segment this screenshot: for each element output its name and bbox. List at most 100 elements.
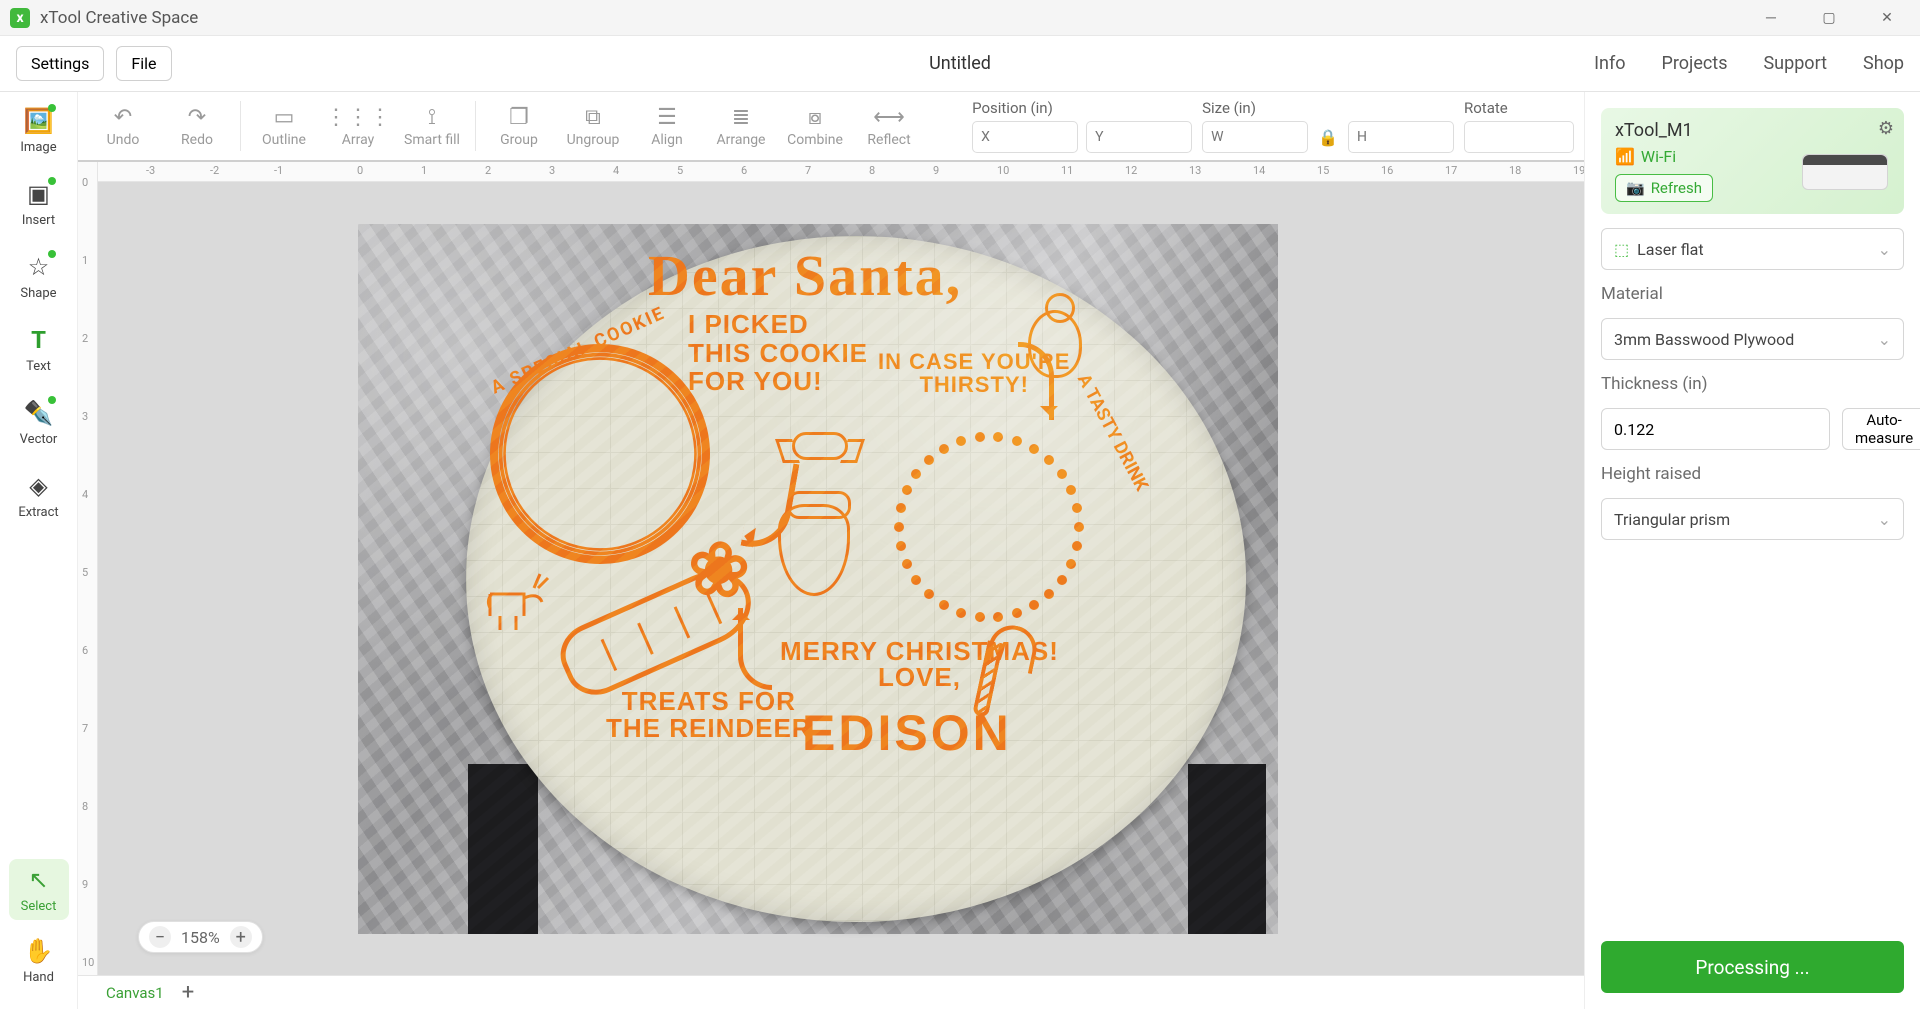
right-panel: ⚙ xTool_M1 📶Wi-Fi 📷Refresh ⬚Laser flat ⌄…: [1584, 92, 1920, 1009]
extract-icon: ◈: [24, 471, 54, 501]
select-tool[interactable]: ↖Select: [9, 859, 69, 920]
outline-icon: ▭: [274, 105, 295, 130]
camera-background: Dear Santa, A SPECIAL COOKIE I PICKEDTHI…: [358, 224, 1278, 934]
info-link[interactable]: Info: [1594, 53, 1625, 74]
combine-button[interactable]: ⧇Combine: [780, 105, 850, 148]
reflect-button[interactable]: ⟷Reflect: [854, 105, 924, 148]
wifi-icon: 📶: [1615, 147, 1635, 166]
close-button[interactable]: ✕: [1858, 0, 1916, 36]
horizontal-ruler: -4-3-2-1012345678910111213141516171819: [98, 162, 1584, 182]
design-text-special[interactable]: A SPECIAL COOKIE: [488, 303, 669, 399]
window-controls: ─ ▢ ✕: [1742, 0, 1916, 36]
size-w-input[interactable]: [1202, 121, 1308, 153]
settings-button[interactable]: Settings: [16, 46, 104, 81]
dotted-circle-icon[interactable]: [894, 432, 1084, 622]
height-raised-select[interactable]: Triangular prism⌄: [1601, 498, 1904, 540]
position-x-input[interactable]: [972, 121, 1078, 153]
chevron-down-icon: ⌄: [1878, 330, 1891, 349]
image-tool[interactable]: 🖼️Image: [9, 100, 69, 161]
arrow-icon[interactable]: [741, 457, 800, 553]
rotate-input[interactable]: [1464, 121, 1574, 153]
top-right-links: Info Projects Support Shop: [1594, 53, 1904, 74]
device-settings-icon[interactable]: ⚙: [1878, 118, 1894, 139]
undo-icon: ↶: [114, 105, 132, 130]
ungroup-button[interactable]: ⧉Ungroup: [558, 105, 628, 148]
shape-tool[interactable]: ☆Shape: [9, 246, 69, 307]
carrot-icon[interactable]: ❀: [540, 520, 795, 714]
chevron-down-icon: ⌄: [1878, 510, 1891, 529]
text-tool[interactable]: TText: [9, 319, 69, 380]
maximize-button[interactable]: ▢: [1800, 0, 1858, 36]
extract-tool[interactable]: ◈Extract: [9, 465, 69, 526]
position-y-input[interactable]: [1086, 121, 1192, 153]
design-text-tasty[interactable]: A TASTY DRINK: [1073, 371, 1152, 495]
reflect-icon: ⟷: [873, 105, 905, 130]
vertical-ruler: 012345678910: [78, 162, 98, 975]
hand-tool[interactable]: ✋Hand: [9, 930, 69, 991]
redo-button[interactable]: ↷Redo: [162, 105, 232, 148]
thickness-input[interactable]: [1601, 408, 1830, 450]
gingerbread-icon[interactable]: [1028, 310, 1082, 378]
arrow-icon[interactable]: [738, 608, 772, 690]
canvas-area[interactable]: 012345678910 -4-3-2-10123456789101112131…: [78, 162, 1584, 975]
canvas-viewport[interactable]: Dear Santa, A SPECIAL COOKIE I PICKEDTHI…: [98, 182, 1584, 975]
design-text-treats[interactable]: TREATS FORTHE REINDEER: [606, 688, 812, 743]
auto-measure-button[interactable]: Auto-measure: [1842, 408, 1920, 450]
outline-button[interactable]: ▭Outline: [249, 105, 319, 148]
undo-button[interactable]: ↶Undo: [88, 105, 158, 148]
position-label: Position (in): [972, 99, 1186, 117]
design-text-picked[interactable]: I PICKEDTHIS COOKIEFOR YOU!: [688, 310, 868, 396]
left-tool-strip: 🖼️Image ▣Insert ☆Shape TText ✒️Vector ◈E…: [0, 92, 78, 1009]
align-button[interactable]: ☰Align: [632, 105, 702, 148]
smartfill-button[interactable]: ⟟Smart fill: [397, 105, 467, 148]
vector-tool[interactable]: ✒️Vector: [9, 392, 69, 453]
group-button[interactable]: ❐Group: [484, 105, 554, 148]
add-canvas-button[interactable]: +: [182, 980, 194, 1005]
align-icon: ☰: [657, 105, 677, 130]
tab-canvas1[interactable]: Canvas1: [106, 984, 164, 1002]
arrange-button[interactable]: ≣Arrange: [706, 105, 776, 148]
ungroup-icon: ⧉: [585, 105, 601, 130]
mode-select[interactable]: ⬚Laser flat ⌄: [1601, 228, 1904, 270]
design-artwork[interactable]: Dear Santa, A SPECIAL COOKIE I PICKEDTHI…: [358, 224, 1278, 934]
group-icon: ❐: [509, 105, 529, 130]
property-inputs: Position (in) Size (in) 🔒 Rotate: [972, 99, 1574, 153]
design-text-thirsty[interactable]: IN CASE YOU'RETHIRSTY!: [878, 350, 1070, 396]
array-button[interactable]: ⋮⋮⋮Array: [323, 105, 393, 148]
redo-icon: ↷: [188, 105, 206, 130]
design-text-dear[interactable]: Dear Santa,: [648, 242, 962, 309]
projects-link[interactable]: Projects: [1661, 53, 1727, 74]
zoom-out-button[interactable]: −: [149, 926, 171, 948]
shop-link[interactable]: Shop: [1863, 53, 1904, 74]
lock-icon[interactable]: 🔒: [1318, 128, 1338, 147]
processing-button[interactable]: Processing ...: [1601, 941, 1904, 993]
cookie-circle-icon[interactable]: [490, 344, 710, 564]
app-title: xTool Creative Space: [40, 8, 198, 28]
santa-head-icon[interactable]: [778, 504, 850, 596]
file-button[interactable]: File: [116, 46, 171, 81]
reindeer-icon[interactable]: [478, 554, 552, 640]
document-title[interactable]: Untitled: [929, 53, 991, 74]
zoom-value: 158%: [181, 928, 220, 947]
cursor-icon: ↖: [24, 865, 54, 895]
arrow-icon[interactable]: [1018, 342, 1054, 420]
design-text-name[interactable]: EDISON: [802, 704, 1012, 762]
zoom-in-button[interactable]: +: [230, 926, 252, 948]
candy-cane-icon[interactable]: [969, 620, 1037, 720]
support-link[interactable]: Support: [1763, 53, 1827, 74]
refresh-button[interactable]: 📷Refresh: [1615, 174, 1713, 202]
candy-icon[interactable]: [792, 432, 848, 460]
device-name: xTool_M1: [1615, 120, 1890, 141]
insert-icon: ▣: [24, 179, 54, 209]
chevron-down-icon: ⌄: [1878, 240, 1891, 259]
menubar: Settings File Untitled Info Projects Sup…: [0, 36, 1920, 92]
height-raised-label: Height raised: [1601, 464, 1904, 484]
device-card: ⚙ xTool_M1 📶Wi-Fi 📷Refresh: [1601, 108, 1904, 214]
design-text-merry[interactable]: MERRY CHRISTMAS!LOVE,: [780, 638, 1059, 690]
minimize-button[interactable]: ─: [1742, 0, 1800, 36]
top-toolbar: ↶Undo ↷Redo ▭Outline ⋮⋮⋮Array ⟟Smart fil…: [78, 92, 1584, 162]
size-h-input[interactable]: [1348, 121, 1454, 153]
material-select[interactable]: 3mm Basswood Plywood⌄: [1601, 318, 1904, 360]
thickness-label: Thickness (in): [1601, 374, 1904, 394]
insert-tool[interactable]: ▣Insert: [9, 173, 69, 234]
